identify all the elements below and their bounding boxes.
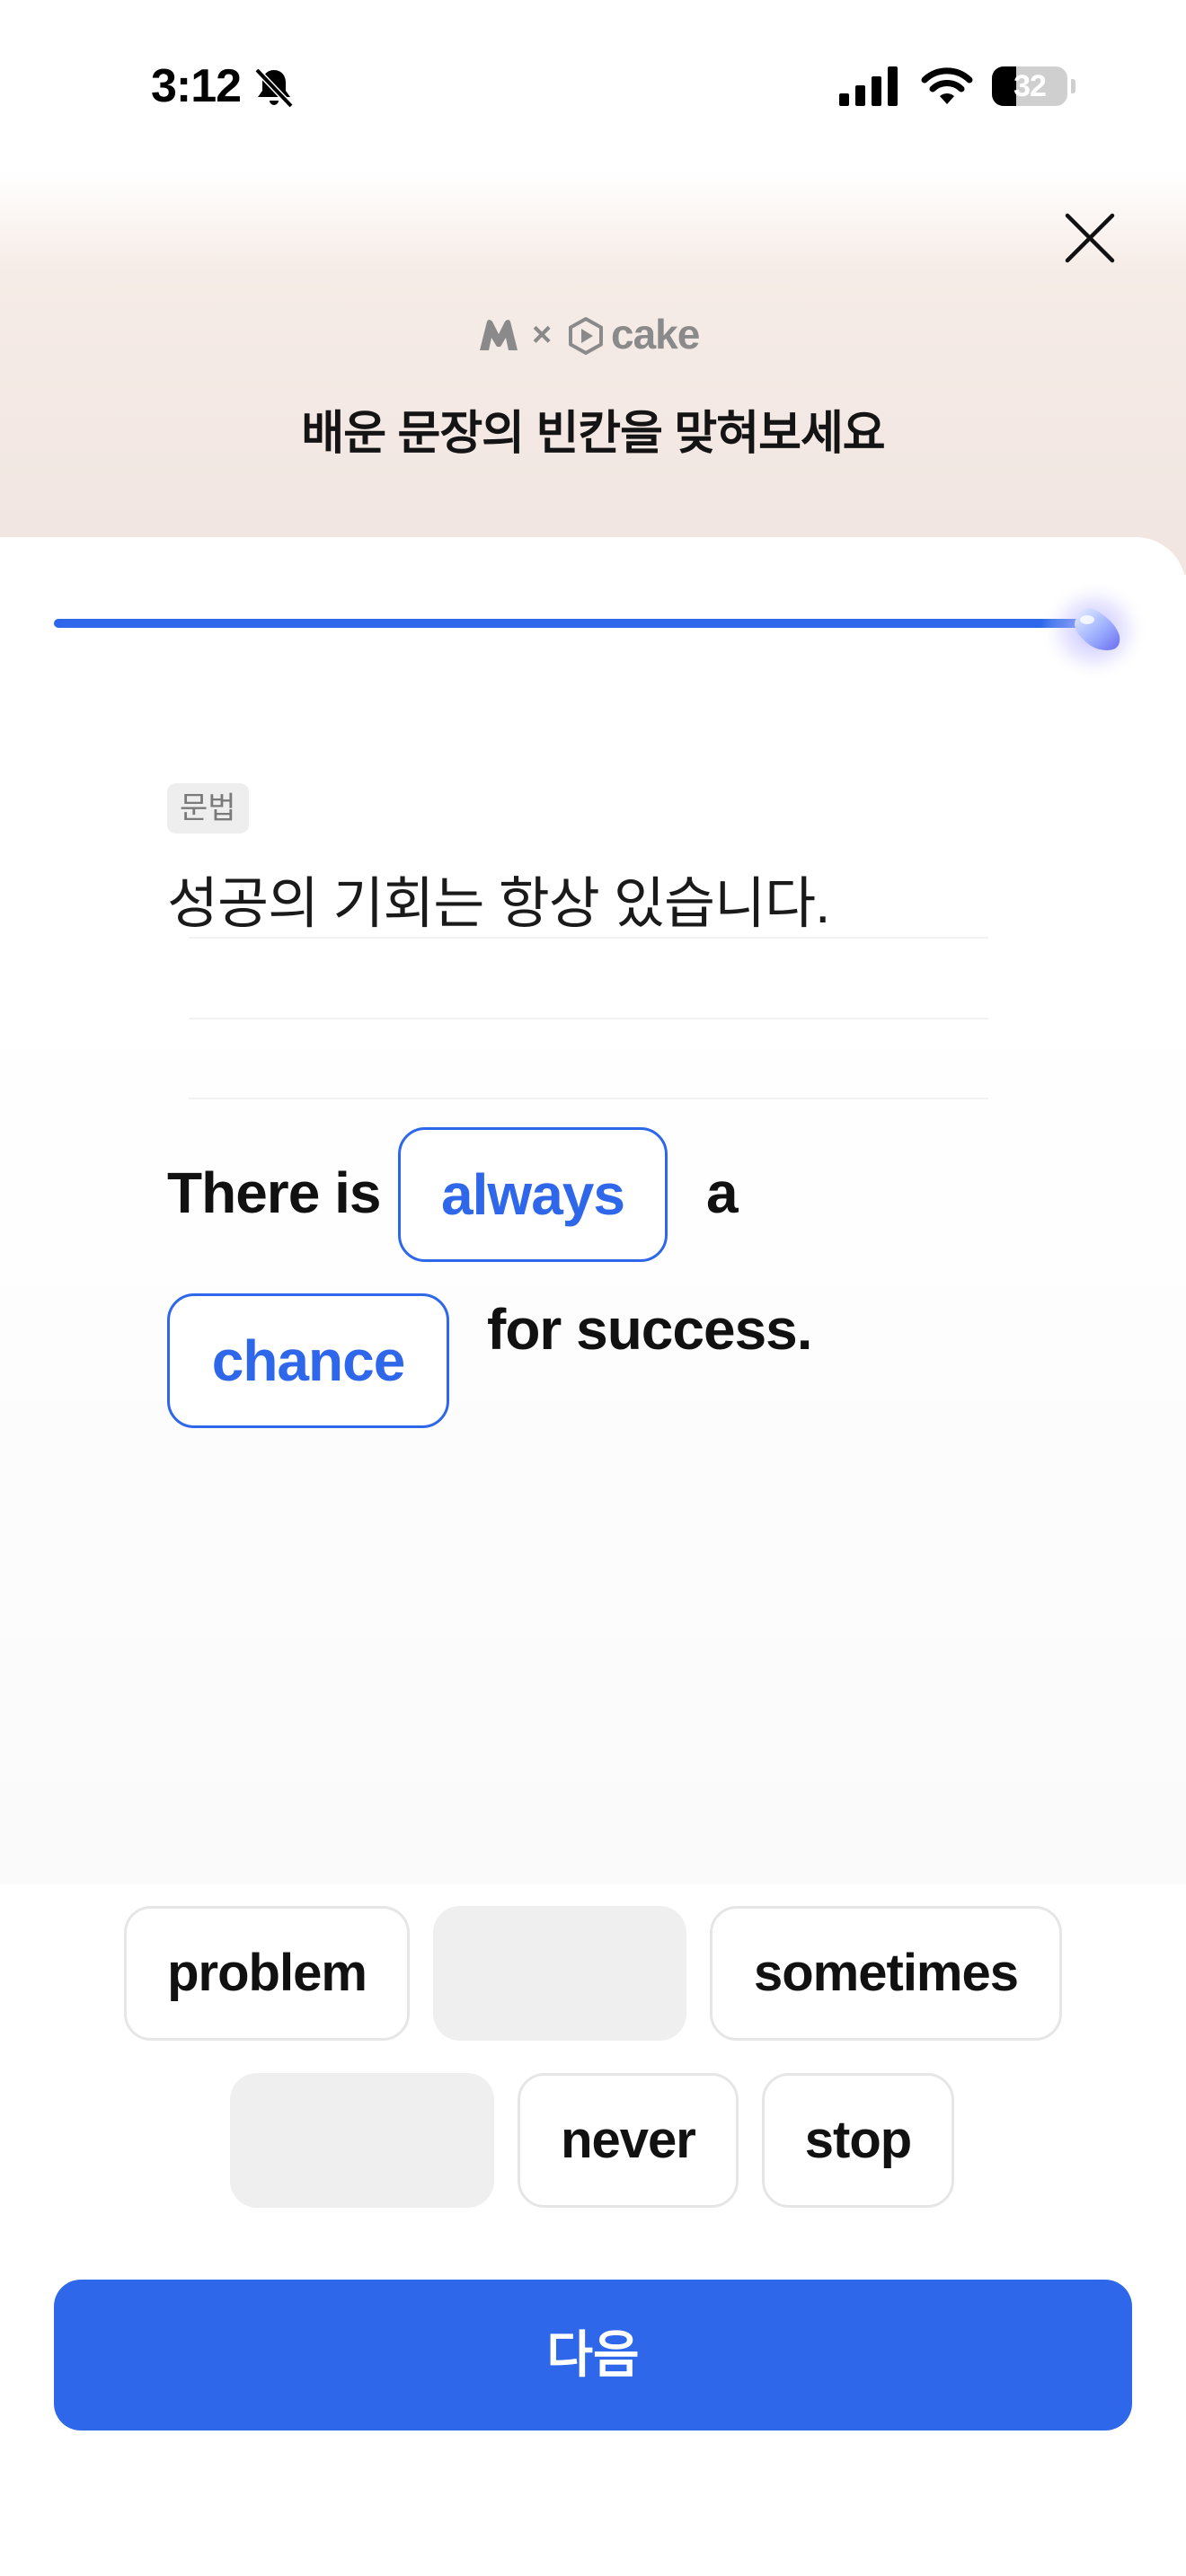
sentence-word: a [706, 1160, 739, 1225]
brand-logo: × cake [476, 311, 710, 357]
brand-logo-icon [480, 320, 518, 350]
option-slot-empty [230, 2073, 494, 2208]
grammar-badge: 문법 [167, 783, 249, 834]
korean-sentence: 성공의 기회는 항상 있습니다. [167, 873, 830, 935]
divider [189, 937, 988, 939]
status-time: 3:12 [151, 60, 242, 112]
sentence-word: for success. [487, 1297, 813, 1362]
battery-icon: 32 [992, 66, 1075, 106]
brand-name: cake [611, 311, 700, 357]
signal-icon [839, 66, 898, 106]
page-title: 배운 문장의 빈칸을 맞혀보세요 [301, 408, 885, 460]
progress-bar [54, 619, 1087, 628]
close-icon [1065, 213, 1115, 263]
option-slot-empty [433, 1906, 686, 2041]
option-problem[interactable]: problem [124, 1906, 410, 2041]
option-sometimes[interactable]: sometimes [710, 1906, 1062, 2041]
divider [189, 1098, 988, 1099]
sentence-word: There is [167, 1160, 381, 1225]
cake-logo-icon [569, 317, 603, 355]
progress-fill [54, 619, 1087, 628]
progress-knob-icon [1040, 580, 1148, 681]
close-button[interactable] [1060, 208, 1120, 268]
wifi-icon [921, 67, 973, 104]
bell-off-icon [254, 67, 294, 109]
next-button[interactable]: 다음 [54, 2280, 1132, 2430]
divider [189, 1018, 988, 1019]
english-sentence: There is always a chance for success. [167, 1127, 1021, 1433]
quiz-panel [0, 537, 1186, 2576]
brand-separator: × [532, 316, 553, 354]
option-stop[interactable]: stop [762, 2073, 954, 2208]
battery-level: 32 [1013, 69, 1047, 103]
option-never[interactable]: never [518, 2073, 739, 2208]
status-bar: 3:12 32 [0, 0, 1186, 171]
answer-blank-chance[interactable]: chance [167, 1293, 449, 1428]
answer-blank-always[interactable]: always [398, 1127, 668, 1262]
